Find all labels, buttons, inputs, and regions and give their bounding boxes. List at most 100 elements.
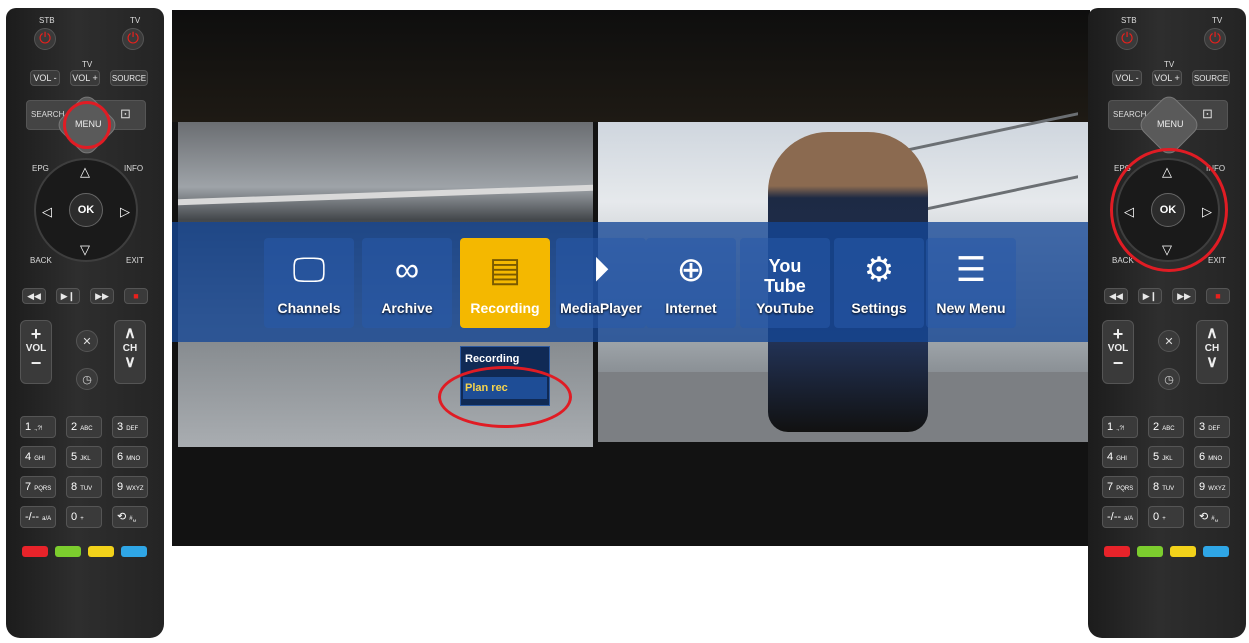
camera-icon[interactable]: ⊡ <box>1202 106 1213 122</box>
number-key[interactable]: 1 .,?! <box>1102 416 1138 438</box>
mute-icon[interactable]: ✕ <box>76 330 98 352</box>
exit-button[interactable]: EXIT <box>1208 256 1226 265</box>
number-key[interactable]: 2 ABC <box>66 416 102 438</box>
green-key[interactable] <box>55 546 81 557</box>
yellow-key[interactable] <box>1170 546 1196 557</box>
menu-tile-label: MediaPlayer <box>560 300 642 316</box>
menu-tile-label: Archive <box>381 300 433 316</box>
menu-tile-label: Internet <box>665 300 717 316</box>
number-key[interactable]: 7 PQRS <box>1102 476 1138 498</box>
epg-button[interactable]: EPG <box>32 164 49 173</box>
remote-control-right: STB TV ⏻ ⏻ TV VOL - VOL + SOURCE SEARCH … <box>1088 8 1246 638</box>
ch-rocker[interactable]: ∧ CH ∨ <box>114 320 146 384</box>
search-button[interactable]: SEARCH <box>1113 110 1146 119</box>
menu-tile-archive[interactable]: ∞ Archive <box>362 238 452 328</box>
number-key[interactable]: 8 TUV <box>66 476 102 498</box>
rewind-button[interactable]: ◀◀ <box>1104 288 1128 304</box>
blue-key[interactable] <box>121 546 147 557</box>
red-key[interactable] <box>22 546 48 557</box>
source-button[interactable]: SOURCE <box>110 70 148 86</box>
timer-icon[interactable]: ◷ <box>1158 368 1180 390</box>
menu-tile-youtube[interactable]: You Tube YouTube <box>740 238 830 328</box>
number-key[interactable]: 2 ABC <box>1148 416 1184 438</box>
fast-forward-button[interactable]: ▶▶ <box>90 288 114 304</box>
tape-icon: ∞ <box>394 251 420 289</box>
info-button[interactable]: INFO <box>124 164 143 173</box>
tv-screen: 🖵 Channels ∞ Archive ▤ Recording ⏵ Media… <box>172 10 1090 546</box>
dpad-highlight-circle <box>1110 148 1228 272</box>
tv-label: TV <box>1212 16 1223 25</box>
menu-tile-new-menu[interactable]: ☰ New Menu <box>926 238 1016 328</box>
camera-icon[interactable]: ⊡ <box>120 106 131 122</box>
vol-rocker[interactable]: + VOL − <box>1102 320 1134 384</box>
globe-icon: ⊕ <box>676 251 706 289</box>
blue-key[interactable] <box>1203 546 1229 557</box>
menu-tile-label: Channels <box>277 300 341 316</box>
source-button[interactable]: SOURCE <box>1192 70 1230 86</box>
left-arrow-icon[interactable]: ◁ <box>42 204 52 220</box>
number-key[interactable]: 5 JKL <box>1148 446 1184 468</box>
ch-rocker[interactable]: ∧ CH ∨ <box>1196 320 1228 384</box>
number-key[interactable]: 7 PQRS <box>20 476 56 498</box>
back-button[interactable]: BACK <box>30 256 52 265</box>
menu-tile-recording[interactable]: ▤ Recording <box>460 238 550 328</box>
vol-rocker[interactable]: + VOL − <box>20 320 52 384</box>
stb-power-button[interactable]: ⏻ <box>1116 28 1138 50</box>
menu-button[interactable]: MENU <box>1157 119 1184 129</box>
menu-tile-label: Settings <box>851 300 907 316</box>
timer-icon[interactable]: ◷ <box>76 368 98 390</box>
number-key[interactable]: ⟲ #␣ <box>112 506 148 528</box>
number-key[interactable]: 8 TUV <box>1148 476 1184 498</box>
number-key[interactable]: 5 JKL <box>66 446 102 468</box>
right-arrow-icon[interactable]: ▷ <box>120 204 130 220</box>
number-key[interactable]: ⟲ #␣ <box>1194 506 1230 528</box>
ch-label: CH <box>1204 343 1220 354</box>
play-pause-button[interactable]: ▶❙ <box>56 288 80 304</box>
menu-tile-settings[interactable]: ⚙ Settings <box>834 238 924 328</box>
number-key[interactable]: 0 + <box>66 506 102 528</box>
menu-tile-mediaplayer[interactable]: ⏵ MediaPlayer <box>556 238 646 328</box>
mute-icon[interactable]: ✕ <box>1158 330 1180 352</box>
number-key[interactable]: 1 .,?! <box>20 416 56 438</box>
menu-tile-internet[interactable]: ⊕ Internet <box>646 238 736 328</box>
number-key[interactable]: 3 DEF <box>112 416 148 438</box>
rewind-button[interactable]: ◀◀ <box>22 288 46 304</box>
exit-button[interactable]: EXIT <box>126 256 144 265</box>
down-arrow-icon[interactable]: ▽ <box>80 242 90 258</box>
vol-minus-button[interactable]: VOL - <box>30 70 60 86</box>
gear-icon: ⚙ <box>863 251 895 289</box>
number-key[interactable]: 6 MNO <box>112 446 148 468</box>
number-key[interactable]: 9 WXYZ <box>112 476 148 498</box>
menu-tile-label: Recording <box>470 300 540 316</box>
number-key[interactable]: 9 WXYZ <box>1194 476 1230 498</box>
number-key[interactable]: 0 + <box>1148 506 1184 528</box>
ok-button[interactable]: OK <box>69 193 103 227</box>
stop-button[interactable]: ■ <box>124 288 148 304</box>
green-key[interactable] <box>1137 546 1163 557</box>
tv-power-button[interactable]: ⏻ <box>122 28 144 50</box>
road-stripe <box>178 184 593 206</box>
play-pause-button[interactable]: ▶❙ <box>1138 288 1162 304</box>
number-key[interactable]: 4 GHI <box>1102 446 1138 468</box>
up-arrow-icon[interactable]: △ <box>80 164 90 180</box>
number-key[interactable]: 4 GHI <box>20 446 56 468</box>
red-key[interactable] <box>1104 546 1130 557</box>
yellow-key[interactable] <box>88 546 114 557</box>
tv-power-button[interactable]: ⏻ <box>1204 28 1226 50</box>
number-key[interactable]: -/-- a/A <box>1102 506 1138 528</box>
search-button[interactable]: SEARCH <box>31 110 64 119</box>
menu-tile-label: YouTube <box>756 300 814 316</box>
tv-label: TV <box>130 16 141 25</box>
vol-minus-button[interactable]: VOL - <box>1112 70 1142 86</box>
stop-button[interactable]: ■ <box>1206 288 1230 304</box>
number-key[interactable]: 3 DEF <box>1194 416 1230 438</box>
menu-tile-channels[interactable]: 🖵 Channels <box>264 238 354 328</box>
tv-group-label: TV <box>82 60 93 69</box>
number-key[interactable]: 6 MNO <box>1194 446 1230 468</box>
vol-plus-button[interactable]: VOL + <box>70 70 100 86</box>
vol-plus-button[interactable]: VOL + <box>1152 70 1182 86</box>
submenu-item-recording[interactable]: Recording <box>465 353 519 365</box>
stb-power-button[interactable]: ⏻ <box>34 28 56 50</box>
fast-forward-button[interactable]: ▶▶ <box>1172 288 1196 304</box>
number-key[interactable]: -/-- a/A <box>20 506 56 528</box>
